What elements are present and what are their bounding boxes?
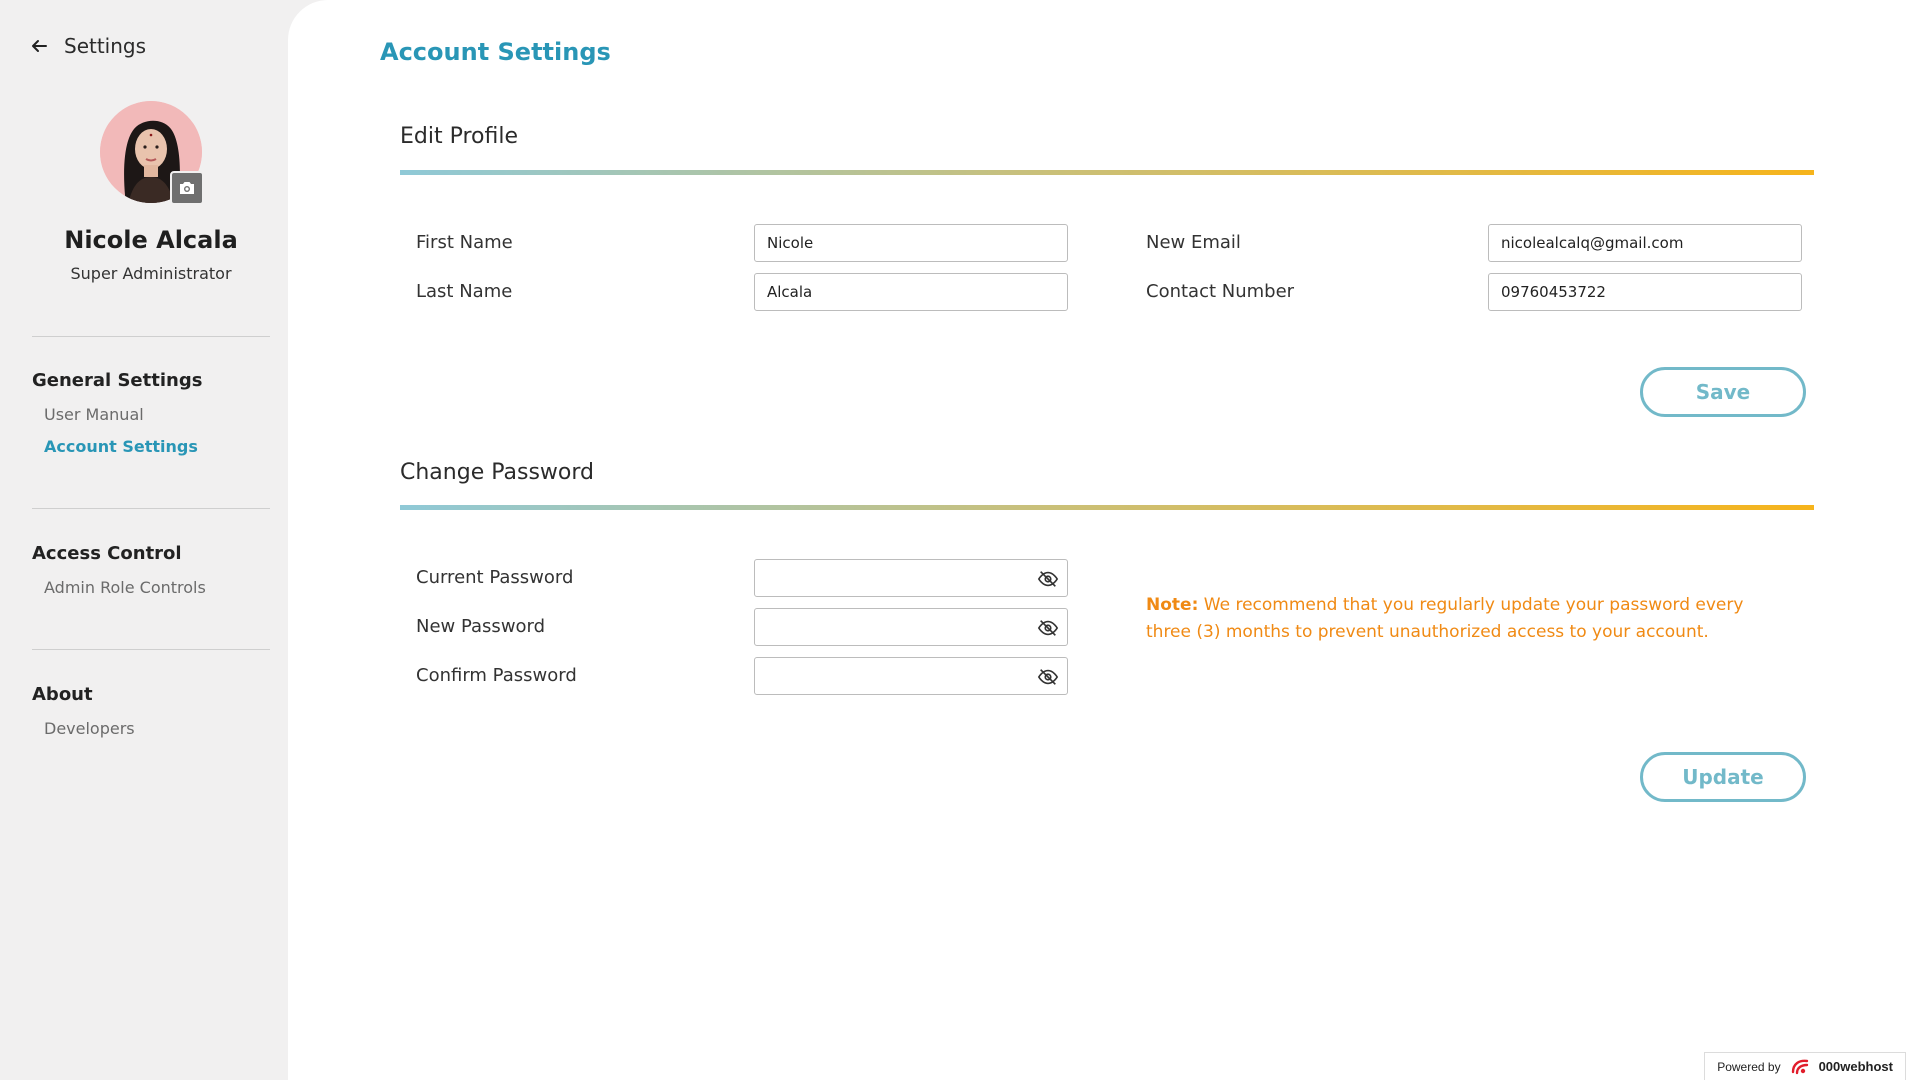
sidebar-item-user-manual[interactable]: User Manual	[44, 405, 144, 424]
note-prefix: Note:	[1146, 595, 1199, 615]
avatar-container	[100, 101, 204, 205]
nav-group-about: About	[32, 684, 93, 705]
user-name: Nicole Alcala	[64, 226, 238, 254]
sidebar-item-developers[interactable]: Developers	[44, 719, 135, 738]
change-photo-button[interactable]	[170, 171, 204, 205]
last-name-label: Last Name	[416, 281, 513, 302]
save-button[interactable]: Save	[1640, 367, 1806, 417]
000webhost-logo-icon	[1791, 1059, 1808, 1074]
eye-off-icon[interactable]	[1037, 666, 1059, 688]
note-text: We recommend that you regularly update y…	[1146, 595, 1744, 642]
current-password-label: Current Password	[416, 567, 574, 588]
confirm-password-field	[754, 657, 1068, 695]
section-divider	[400, 170, 1814, 175]
confirm-password-label: Confirm Password	[416, 665, 577, 686]
new-email-input[interactable]	[1488, 224, 1802, 262]
sidebar-item-admin-role-controls[interactable]: Admin Role Controls	[44, 578, 206, 597]
settings-sidebar: Settings Nicole Alcala Super Administrat…	[0, 0, 288, 1080]
edit-profile-heading: Edit Profile	[400, 124, 519, 149]
eye-off-icon[interactable]	[1037, 568, 1059, 590]
eye-off-icon[interactable]	[1037, 617, 1059, 639]
section-divider	[400, 505, 1814, 510]
sidebar-divider	[32, 508, 270, 509]
update-button[interactable]: Update	[1640, 752, 1806, 802]
nav-group-general-settings: General Settings	[32, 370, 203, 391]
user-role: Super Administrator	[70, 264, 232, 283]
first-name-label: First Name	[416, 232, 513, 253]
change-password-heading: Change Password	[400, 460, 594, 485]
new-email-label: New Email	[1146, 232, 1241, 253]
current-password-field	[754, 559, 1068, 597]
powered-by-label: Powered by	[1717, 1059, 1781, 1074]
main-panel: Account Settings Edit Profile First Name…	[288, 0, 1920, 1080]
current-password-input[interactable]	[755, 560, 1025, 596]
sidebar-title: Settings	[64, 34, 147, 58]
first-name-input[interactable]	[754, 224, 1068, 262]
page-title: Account Settings	[380, 38, 611, 66]
powered-by-badge[interactable]: Powered by 000webhost	[1704, 1052, 1906, 1080]
sidebar-item-account-settings[interactable]: Account Settings	[44, 437, 198, 456]
confirm-password-input[interactable]	[755, 658, 1025, 694]
last-name-input[interactable]	[754, 273, 1068, 311]
sidebar-divider	[32, 336, 270, 337]
brand-name: 000webhost	[1818, 1059, 1893, 1074]
new-password-input[interactable]	[755, 609, 1025, 645]
new-password-label: New Password	[416, 616, 546, 637]
nav-group-access-control: Access Control	[32, 543, 182, 564]
arrow-left-icon	[32, 40, 47, 52]
sidebar-divider	[32, 649, 270, 650]
contact-number-label: Contact Number	[1146, 281, 1295, 302]
password-note: Note: We recommend that you regularly up…	[1146, 592, 1786, 646]
contact-number-input[interactable]	[1488, 273, 1802, 311]
camera-icon	[180, 182, 194, 194]
new-password-field	[754, 608, 1068, 646]
back-button[interactable]: Settings	[30, 34, 146, 58]
